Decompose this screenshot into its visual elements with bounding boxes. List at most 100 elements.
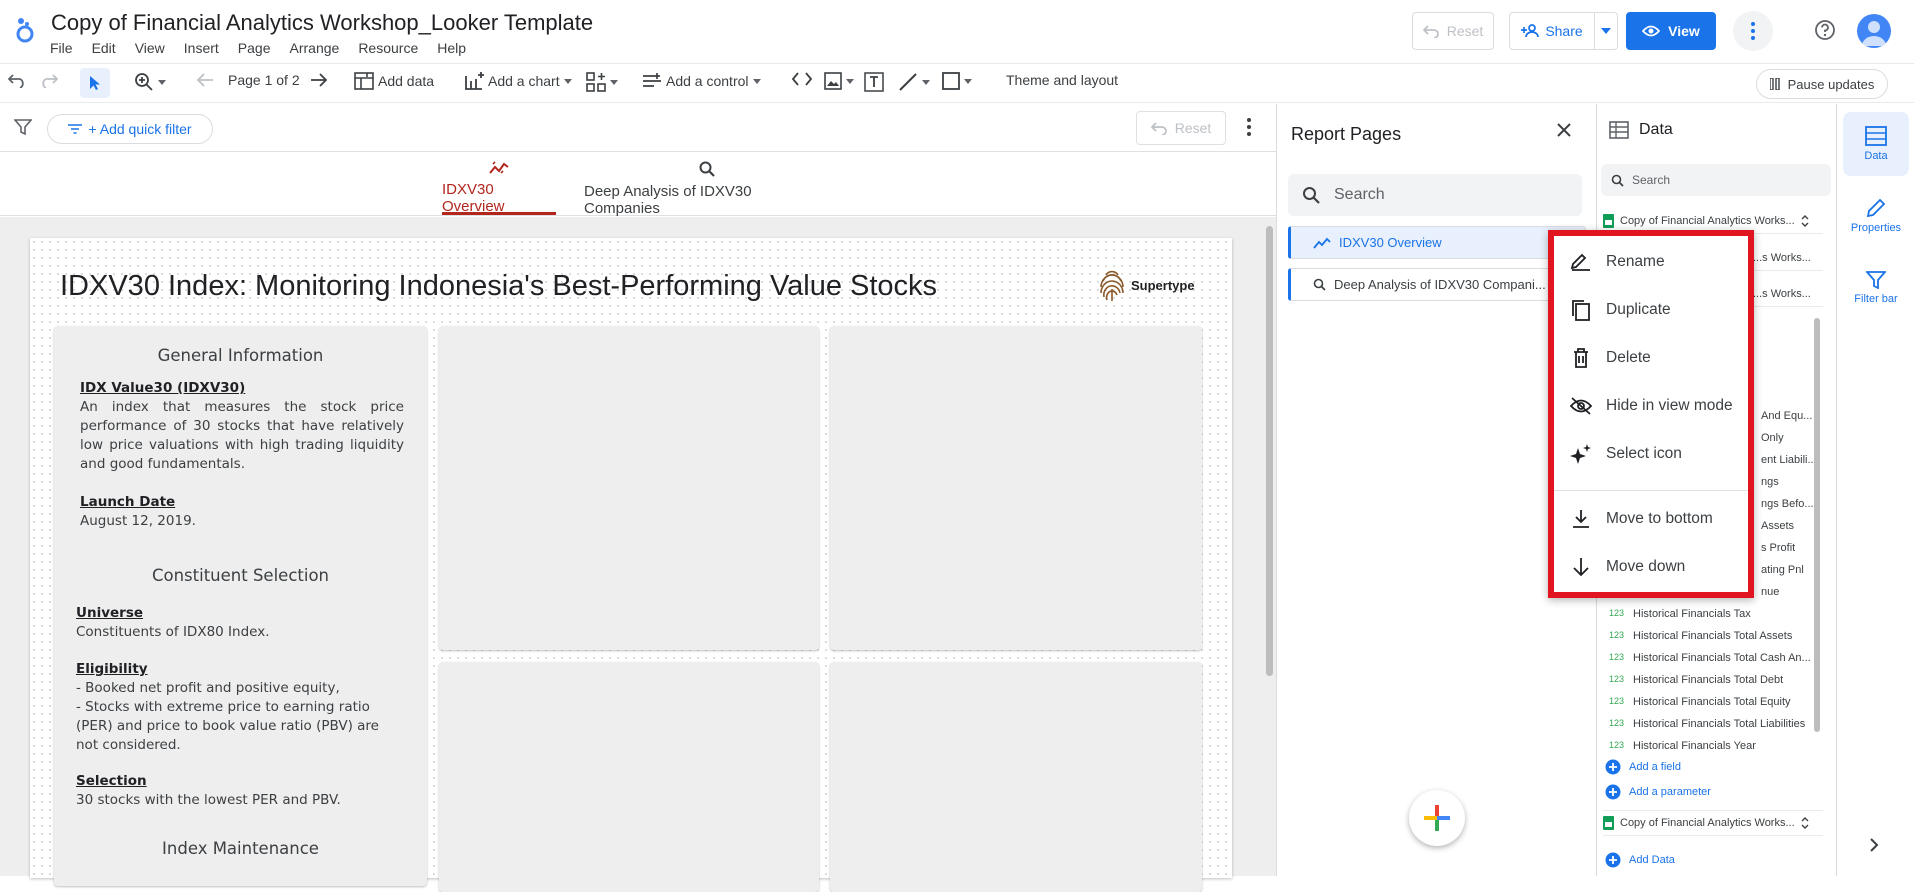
add-control-label: Add a control	[666, 73, 749, 89]
rail-filter-bar-button[interactable]: Filter bar	[1843, 256, 1909, 320]
caret-down-icon	[563, 78, 572, 84]
field-item[interactable]: 123 Historical Financials Tax	[1609, 608, 1751, 620]
menu-item-hide-in-view-mode[interactable]: Hide in view mode	[1554, 386, 1748, 426]
select-pointer-button[interactable]	[80, 68, 110, 98]
pages-search-input[interactable]: Search	[1288, 174, 1582, 216]
field-item[interactable]: 123 Historical Financials Total Cash An..…	[1609, 652, 1811, 664]
menu-file[interactable]: File	[50, 40, 73, 56]
zoom-button[interactable]	[134, 72, 166, 92]
image-button[interactable]	[824, 72, 854, 90]
redo-icon[interactable]	[40, 72, 58, 88]
pause-updates-button[interactable]: Pause updates	[1756, 69, 1888, 99]
add-data-link[interactable]: Add Data	[1605, 852, 1675, 868]
rail-data-button[interactable]: Data	[1843, 112, 1909, 176]
field-item[interactable]: ngs	[1761, 476, 1779, 488]
menu-page[interactable]: Page	[238, 40, 271, 56]
report-title[interactable]: IDXV30 Index: Monitoring Indonesia's Bes…	[60, 270, 937, 303]
menu-edit[interactable]: Edit	[92, 40, 116, 56]
menu-resource[interactable]: Resource	[358, 40, 418, 56]
tab-deep-analysis[interactable]: Deep Analysis of IDXV30 Companies	[584, 161, 830, 217]
rail-data-label: Data	[1864, 150, 1888, 162]
previous-page-icon[interactable]	[196, 72, 214, 88]
avatar[interactable]	[1857, 14, 1891, 48]
caret-down-icon	[158, 79, 166, 85]
add-chart-button[interactable]: Add a chart	[464, 72, 572, 90]
undo-icon[interactable]	[8, 72, 26, 88]
menu-item-move-to-bottom[interactable]: Move to bottom	[1554, 499, 1748, 539]
field-item[interactable]: Assets	[1761, 520, 1794, 532]
add-control-button[interactable]: Add a control	[642, 72, 761, 90]
field-item[interactable]: ngs Befo...	[1761, 498, 1814, 510]
looker-studio-logo-icon[interactable]	[14, 15, 36, 43]
eye-icon	[1642, 25, 1661, 37]
more-options-button[interactable]	[1733, 11, 1773, 51]
idx-title: IDX Value30 (IDXV30)	[80, 380, 246, 396]
share-button[interactable]: Share	[1509, 12, 1595, 50]
add-page-button[interactable]	[1409, 790, 1465, 846]
menu-arrange[interactable]: Arrange	[290, 40, 340, 56]
caret-down-icon	[922, 79, 930, 85]
menu-item-delete[interactable]: Delete	[1554, 338, 1748, 378]
selection-value: 30 stocks with the lowest PER and PBV.	[76, 792, 341, 808]
view-button[interactable]: View	[1626, 12, 1716, 50]
add-data-button[interactable]: Add data	[354, 72, 434, 90]
text-box-icon[interactable]	[864, 72, 884, 92]
document-title[interactable]: Copy of Financial Analytics Workshop_Loo…	[51, 10, 593, 36]
next-page-icon[interactable]	[310, 72, 328, 88]
share-label: Share	[1545, 23, 1583, 39]
share-dropdown-button[interactable]	[1594, 12, 1618, 50]
field-item[interactable]: 123 Historical Financials Total Liabiliti…	[1609, 718, 1805, 730]
field-item[interactable]: Only	[1761, 432, 1784, 444]
menu-item-move-down[interactable]: Move down	[1554, 547, 1748, 587]
help-icon[interactable]	[1814, 19, 1836, 41]
field-label: Historical Financials Total Cash An...	[1633, 652, 1811, 664]
field-item[interactable]: ent Liabili...	[1761, 454, 1817, 466]
chevron-right-icon[interactable]	[1870, 838, 1879, 852]
reset-button[interactable]: Reset	[1412, 12, 1494, 50]
theme-and-layout-button[interactable]: Theme and layout	[1006, 72, 1118, 88]
supertype-logo[interactable]: Supertype	[1097, 267, 1195, 303]
chart-placeholder[interactable]	[830, 326, 1202, 650]
add-quick-filter-button[interactable]: + Add quick filter	[47, 114, 213, 144]
menu-item-duplicate[interactable]: Duplicate	[1554, 290, 1748, 330]
menu-item-label: Duplicate	[1606, 301, 1671, 318]
menu-view[interactable]: View	[135, 40, 165, 56]
caret-down-icon	[1601, 28, 1611, 34]
chart-placeholder[interactable]	[439, 662, 819, 892]
field-item[interactable]: s Profit	[1761, 542, 1795, 554]
field-item[interactable]: And Equ...	[1761, 410, 1812, 422]
line-button[interactable]	[898, 72, 930, 92]
add-chart-icon	[464, 72, 484, 90]
page-item-idxv30-overview[interactable]: IDXV30 Overview	[1288, 226, 1586, 259]
tab-idxv30-overview[interactable]: IDXV30 Overview	[442, 161, 556, 215]
add-component-button[interactable]	[586, 72, 618, 92]
general-information-card[interactable]: General Information IDX Value30 (IDXV30)…	[54, 326, 427, 886]
page-item-deep-analysis[interactable]: Deep Analysis of IDXV30 Compani...	[1288, 268, 1586, 301]
canvas-scrollbar[interactable]	[1266, 226, 1273, 676]
field-item[interactable]: 123 Historical Financials Year	[1609, 740, 1756, 752]
rail-properties-button[interactable]: Properties	[1843, 184, 1909, 248]
close-icon[interactable]	[1556, 122, 1572, 138]
add-parameter-link[interactable]: Add a parameter	[1605, 784, 1711, 800]
page-indicator[interactable]: Page 1 of 2	[228, 72, 300, 88]
data-source-item[interactable]: Copy of Financial Analytics Works...	[1603, 810, 1823, 836]
field-item[interactable]: nue	[1761, 586, 1779, 598]
field-item[interactable]: 123 Historical Financials Total Equity	[1609, 696, 1791, 708]
menu-help[interactable]: Help	[437, 40, 466, 56]
fields-search-input[interactable]: Search	[1601, 164, 1831, 196]
add-field-link[interactable]: Add a field	[1605, 759, 1681, 775]
menu-item-select-icon[interactable]: Select icon	[1554, 434, 1748, 474]
filter-icon[interactable]	[14, 119, 32, 135]
field-item[interactable]: ating Pnl	[1761, 564, 1804, 576]
menu-insert[interactable]: Insert	[184, 40, 219, 56]
menu-item-rename[interactable]: Rename	[1554, 242, 1748, 282]
field-item[interactable]: 123 Historical Financials Total Assets	[1609, 630, 1792, 642]
field-item[interactable]: 123 Historical Financials Total Debt	[1609, 674, 1783, 686]
chart-placeholder[interactable]	[830, 662, 1202, 892]
fields-scrollbar[interactable]	[1814, 318, 1820, 732]
chart-placeholder[interactable]	[439, 326, 819, 650]
more-vert-icon[interactable]	[1247, 118, 1251, 136]
embed-code-icon[interactable]	[792, 72, 812, 86]
filter-reset-button[interactable]: Reset	[1136, 111, 1226, 145]
shape-button[interactable]	[942, 72, 972, 90]
